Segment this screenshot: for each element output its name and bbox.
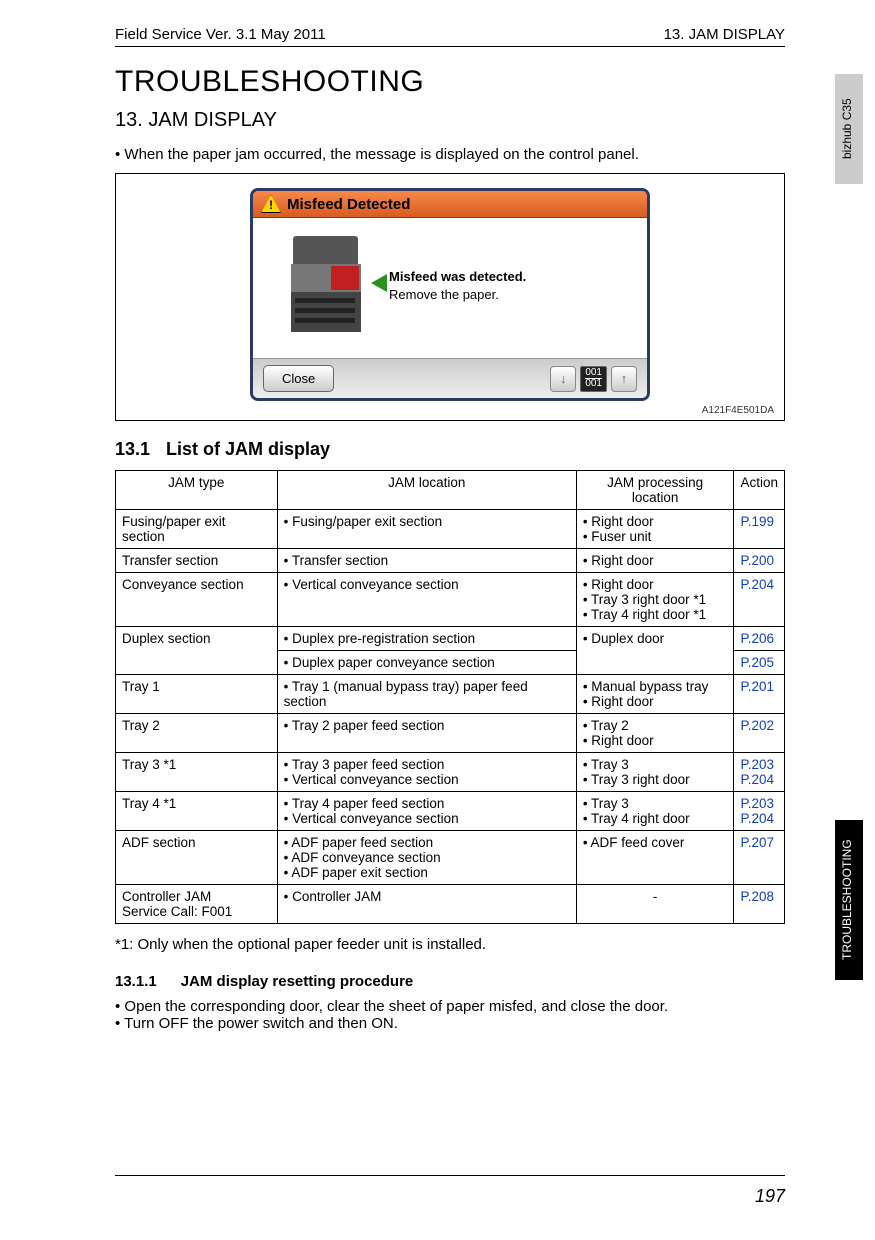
page-link[interactable]: P.204 — [740, 772, 778, 787]
subsubsection-heading: 13.1.1JAM display resetting procedure — [115, 973, 785, 990]
procedure-step: Turn OFF the power switch and then ON. — [115, 1015, 785, 1032]
jam-location: Tray 1 (manual bypass tray) paper feed s… — [277, 675, 576, 714]
jam-type: Tray 4 *1 — [116, 792, 278, 831]
intro-text: When the paper jam occurred, the message… — [115, 146, 785, 163]
page-link[interactable]: P.199 — [740, 514, 778, 529]
side-tab-chapter: TROUBLESHOOTING — [835, 820, 863, 980]
panel-screenshot-frame: ! Misfeed Detected Misfeed was detected.… — [115, 173, 785, 421]
page-link[interactable]: P.203 — [740, 757, 778, 772]
table-header: Action — [734, 471, 785, 510]
table-header: JAM processing location — [576, 471, 734, 510]
panel-titlebar: ! Misfeed Detected — [253, 191, 647, 218]
page-link[interactable]: P.206 — [740, 631, 778, 646]
jam-location: ADF paper feed sectionADF conveyance sec… — [277, 831, 576, 885]
subsection-heading: 13.1List of JAM display — [115, 439, 785, 460]
page-counter: 001 001 — [580, 366, 607, 392]
jam-location: Duplex pre-registration section — [277, 627, 576, 651]
jam-location: Controller JAM — [277, 885, 576, 924]
procedure-steps: Open the corresponding door, clear the s… — [115, 998, 785, 1032]
jam-processing: - — [576, 885, 734, 924]
jam-location: Tray 3 paper feed sectionVertical convey… — [277, 753, 576, 792]
jam-type: Controller JAMService Call: F001 — [116, 885, 278, 924]
image-code: A121F4E501DA — [126, 405, 774, 416]
panel-message: Misfeed was detected. Remove the paper. — [389, 268, 526, 303]
jam-type: Tray 1 — [116, 675, 278, 714]
jam-location: Vertical conveyance section — [277, 573, 576, 627]
footer-rule — [115, 1175, 785, 1176]
jam-type: Fusing/paper exit section — [116, 510, 278, 549]
side-tab-model: bizhub C35 — [835, 74, 863, 184]
jam-processing: Tray 2Right door — [576, 714, 734, 753]
page-link[interactable]: P.204 — [740, 577, 778, 592]
jam-processing: Right doorTray 3 right door *1Tray 4 rig… — [576, 573, 734, 627]
warning-icon: ! — [261, 195, 281, 213]
jam-processing: Tray 3Tray 3 right door — [576, 753, 734, 792]
page-link[interactable]: P.200 — [740, 553, 778, 568]
jam-processing: Tray 3Tray 4 right door — [576, 792, 734, 831]
table-header: JAM location — [277, 471, 576, 510]
panel-title: Misfeed Detected — [287, 196, 410, 213]
jam-type: ADF section — [116, 831, 278, 885]
pager: ↓ 001 001 ↑ — [550, 366, 637, 392]
jam-location: Duplex paper conveyance section — [277, 651, 576, 675]
page-number: 197 — [755, 1186, 785, 1207]
jam-location: Transfer section — [277, 549, 576, 573]
header-right: 13. JAM DISPLAY — [664, 26, 785, 43]
page-link[interactable]: P.201 — [740, 679, 778, 694]
header-left: Field Service Ver. 3.1 May 2011 — [115, 26, 326, 43]
jam-type: Transfer section — [116, 549, 278, 573]
page-link[interactable]: P.202 — [740, 718, 778, 733]
jam-location: Tray 4 paper feed sectionVertical convey… — [277, 792, 576, 831]
arrow-icon — [371, 274, 387, 292]
page-header: Field Service Ver. 3.1 May 2011 13. JAM … — [115, 26, 785, 47]
jam-processing: Right door — [576, 549, 734, 573]
jam-location: Fusing/paper exit section — [277, 510, 576, 549]
page-down-button[interactable]: ↓ — [550, 366, 576, 392]
jam-processing: Right doorFuser unit — [576, 510, 734, 549]
control-panel: ! Misfeed Detected Misfeed was detected.… — [250, 188, 650, 401]
table-footnote: *1: Only when the optional paper feeder … — [115, 936, 785, 953]
section-heading: 13. JAM DISPLAY — [115, 109, 785, 132]
page-link[interactable]: P.205 — [740, 655, 778, 670]
page-up-button[interactable]: ↑ — [611, 366, 637, 392]
jam-location: Tray 2 paper feed section — [277, 714, 576, 753]
page-link[interactable]: P.208 — [740, 889, 778, 904]
page-link[interactable]: P.203 — [740, 796, 778, 811]
jam-processing: Duplex door — [576, 627, 734, 675]
jam-type: Duplex section — [116, 627, 278, 675]
jam-type: Tray 3 *1 — [116, 753, 278, 792]
close-button[interactable]: Close — [263, 365, 334, 392]
page-link[interactable]: P.204 — [740, 811, 778, 826]
jam-type: Tray 2 — [116, 714, 278, 753]
page-title: TROUBLESHOOTING — [115, 65, 785, 99]
jam-processing: ADF feed cover — [576, 831, 734, 885]
procedure-step: Open the corresponding door, clear the s… — [115, 998, 785, 1015]
page-link[interactable]: P.207 — [740, 835, 778, 850]
printer-illustration — [283, 236, 373, 336]
jam-processing: Manual bypass trayRight door — [576, 675, 734, 714]
table-header: JAM type — [116, 471, 278, 510]
jam-table: JAM typeJAM locationJAM processing locat… — [115, 470, 785, 924]
jam-type: Conveyance section — [116, 573, 278, 627]
